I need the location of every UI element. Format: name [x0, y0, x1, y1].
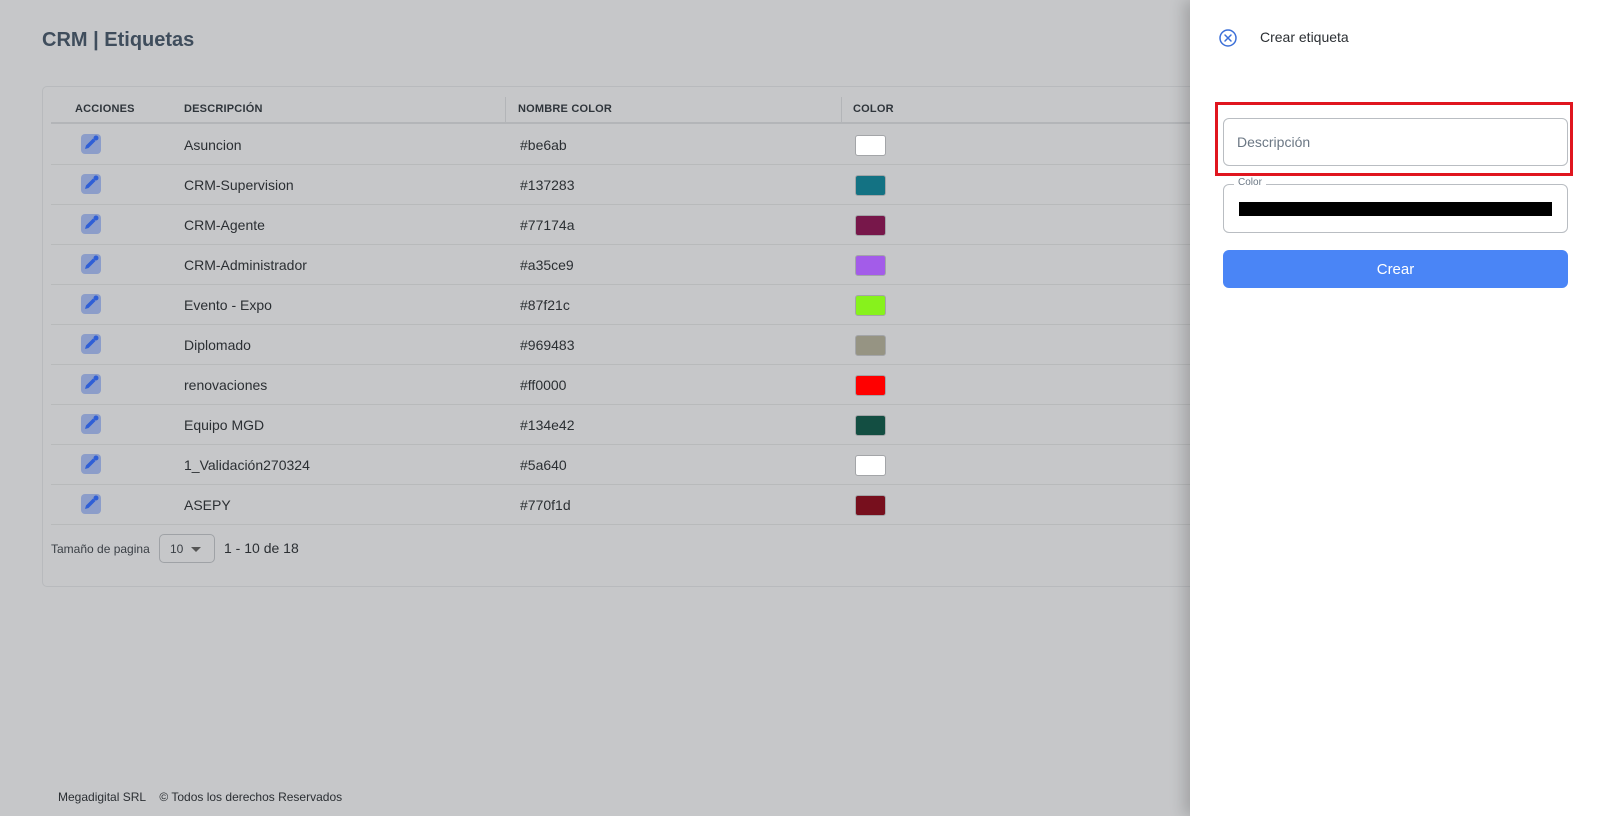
row-color-name: #be6ab — [520, 137, 567, 153]
row-color-name: #134e42 — [520, 417, 575, 433]
row-color-name: #ff0000 — [520, 377, 567, 393]
table-row: ASEPY #770f1d — [51, 485, 1203, 525]
header-color-name[interactable]: NOMBRE COLOR — [518, 95, 612, 124]
edit-icon[interactable] — [81, 454, 101, 474]
color-field[interactable]: Color — [1223, 177, 1568, 233]
row-description: ASEPY — [184, 497, 231, 513]
footer: Megadigital SRL © Todos los derechos Res… — [58, 790, 352, 804]
table-row: renovaciones #ff0000 — [51, 365, 1203, 405]
edit-icon[interactable] — [81, 494, 101, 514]
drawer-title: Crear etiqueta — [1260, 29, 1349, 45]
table-row: CRM-Agente #77174a — [51, 205, 1203, 245]
description-input[interactable] — [1223, 118, 1568, 166]
color-swatch — [855, 375, 886, 396]
page-size-select[interactable]: 10 — [159, 534, 215, 563]
create-label-drawer: Crear etiqueta Color Crear — [1190, 0, 1602, 816]
column-divider — [841, 97, 842, 122]
color-swatch — [855, 495, 886, 516]
close-icon[interactable] — [1218, 28, 1238, 48]
create-button[interactable]: Crear — [1223, 250, 1568, 288]
row-description: CRM-Administrador — [184, 257, 307, 273]
labels-table: ACCIONES DESCRIPCIÓN NOMBRE COLOR COLOR … — [42, 86, 1203, 587]
table-header: ACCIONES DESCRIPCIÓN NOMBRE COLOR COLOR — [51, 95, 1203, 124]
table-row: Evento - Expo #87f21c — [51, 285, 1203, 325]
row-color-name: #969483 — [520, 337, 575, 353]
color-swatch — [855, 295, 886, 316]
edit-icon[interactable] — [81, 254, 101, 274]
row-color-name: #77174a — [520, 217, 575, 233]
row-color-name: #a35ce9 — [520, 257, 574, 273]
header-description[interactable]: DESCRIPCIÓN — [184, 95, 263, 124]
table-row: Equipo MGD #134e42 — [51, 405, 1203, 445]
chevron-down-icon — [191, 547, 201, 552]
row-color-name: #5a640 — [520, 457, 567, 473]
page-size-label: Tamaño de pagina — [51, 542, 150, 556]
page-range: 1 - 10 de 18 — [224, 540, 299, 556]
row-color-name: #87f21c — [520, 297, 570, 313]
page-title: CRM | Etiquetas — [42, 29, 195, 51]
table-row: CRM-Administrador #a35ce9 — [51, 245, 1203, 285]
edit-icon[interactable] — [81, 374, 101, 394]
table-row: 1_Validación270324 #5a640 — [51, 445, 1203, 485]
color-label: Color — [1234, 177, 1266, 188]
color-swatch — [855, 215, 886, 236]
row-description: Evento - Expo — [184, 297, 272, 313]
row-description: CRM-Agente — [184, 217, 265, 233]
page-size-value: 10 — [170, 542, 184, 556]
column-divider — [505, 97, 506, 122]
row-description: Diplomado — [184, 337, 251, 353]
row-description: Asuncion — [184, 137, 242, 153]
row-color-name: #137283 — [520, 177, 575, 193]
edit-icon[interactable] — [81, 414, 101, 434]
header-color[interactable]: COLOR — [853, 95, 894, 124]
edit-icon[interactable] — [81, 174, 101, 194]
color-swatch — [855, 135, 886, 156]
footer-company: Megadigital SRL — [58, 790, 147, 804]
table-row: Asuncion #be6ab — [51, 125, 1203, 165]
color-swatch — [855, 335, 886, 356]
edit-icon[interactable] — [81, 334, 101, 354]
edit-icon[interactable] — [81, 214, 101, 234]
row-color-name: #770f1d — [520, 497, 571, 513]
header-actions: ACCIONES — [75, 103, 135, 115]
color-swatch — [855, 175, 886, 196]
table-row: CRM-Supervision #137283 — [51, 165, 1203, 205]
table-row: Diplomado #969483 — [51, 325, 1203, 365]
row-description: Equipo MGD — [184, 417, 265, 433]
color-picker[interactable] — [1239, 202, 1552, 216]
footer-rights: © Todos los derechos Reservados — [159, 790, 343, 804]
color-swatch — [855, 255, 886, 276]
row-description: renovaciones — [184, 377, 268, 393]
edit-icon[interactable] — [81, 134, 101, 154]
color-swatch — [855, 415, 886, 436]
edit-icon[interactable] — [81, 294, 101, 314]
row-description: CRM-Supervision — [184, 177, 294, 193]
row-description: 1_Validación270324 — [184, 457, 310, 473]
color-swatch — [855, 455, 886, 476]
